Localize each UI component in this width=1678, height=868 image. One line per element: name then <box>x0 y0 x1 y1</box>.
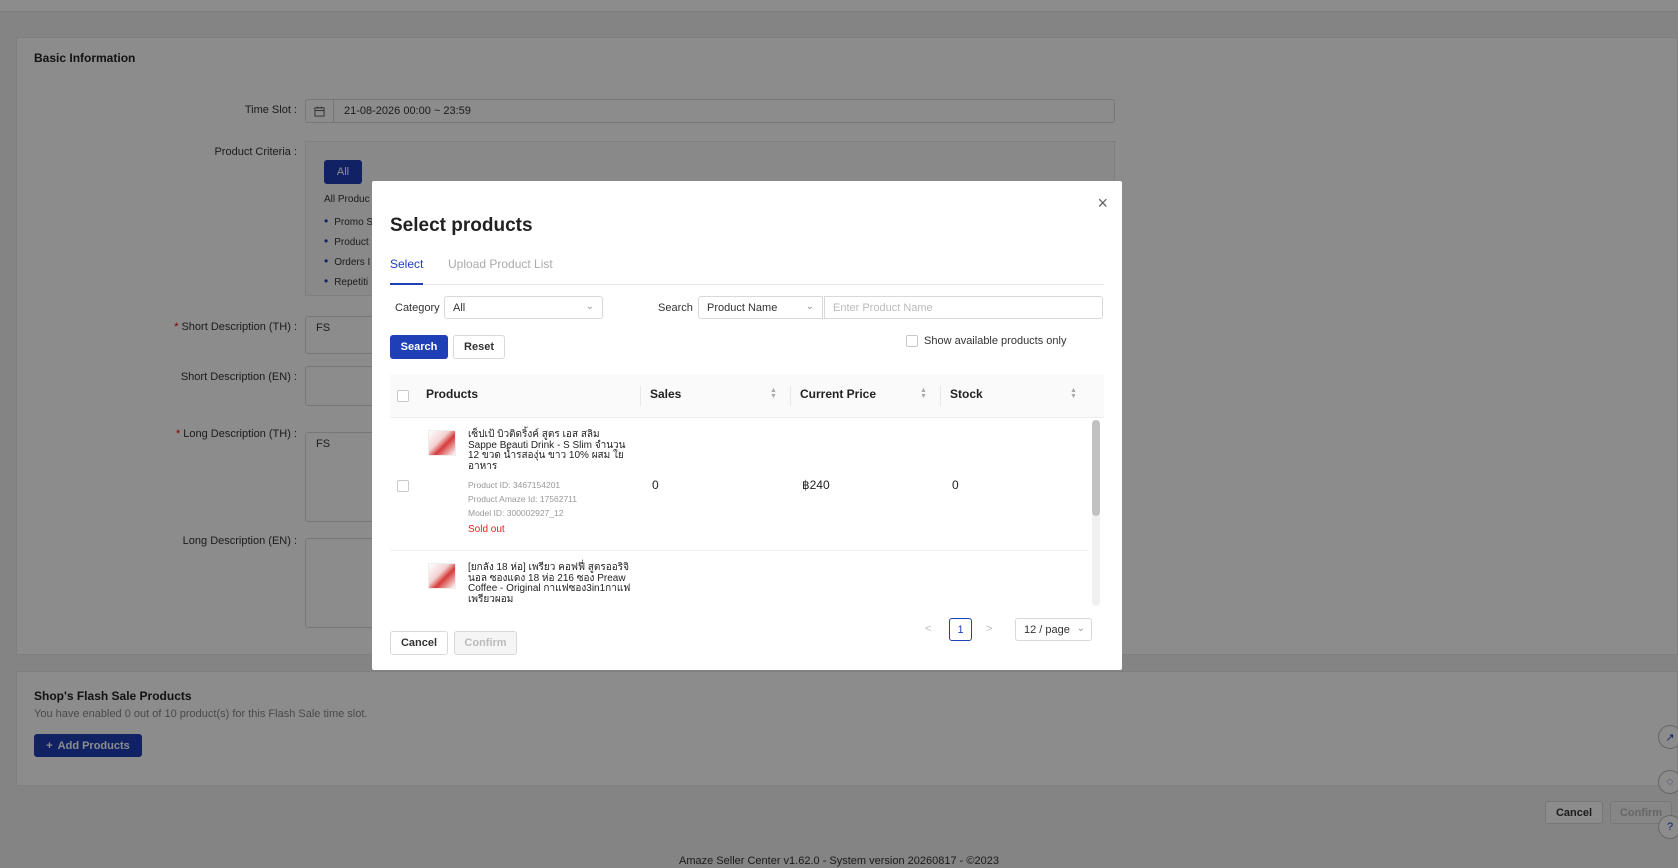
col-products: Products <box>426 387 479 401</box>
category-value: All <box>453 302 466 314</box>
modal-title: Select products <box>390 215 533 236</box>
search-field-select[interactable]: Product Name ⌄ <box>698 296 823 319</box>
select-products-modal: × Select products Select Upload Product … <box>372 181 1122 670</box>
available-only-box[interactable] <box>906 335 918 347</box>
model-id: Model ID: 300002927_12 <box>468 508 564 518</box>
sold-out-badge: Sold out <box>468 524 505 535</box>
prev-page-icon[interactable]: < <box>925 623 931 635</box>
table-header: Products Sales ▲ ▼ Current Price ▲ ▼ Stock… <box>390 374 1104 418</box>
product-amaze-id: Product Amaze Id: 17562711 <box>468 494 578 504</box>
product-thumbnail <box>428 563 456 589</box>
select-all-checkbox[interactable] <box>397 390 409 402</box>
tab-select[interactable]: Select <box>390 257 424 285</box>
table-row: [ยกลัง 18 ห่อ] เพรียว คอฟฟี่ สูตรออริจิน… <box>390 552 1088 608</box>
product-name: เซ็ปเป้ บิวติดริ้งค์ สูตร เอส สลิม Sappe… <box>468 429 626 472</box>
modal-tabs: Select Upload Product List <box>390 257 1104 285</box>
search-field-value: Product Name <box>707 302 778 314</box>
sort-icon[interactable]: ▲ ▼ <box>920 387 927 400</box>
col-divider <box>640 386 641 406</box>
product-id: Product ID: 3467154201 <box>468 480 561 490</box>
col-sales[interactable]: Sales <box>650 387 681 401</box>
table-scrollbar[interactable] <box>1092 420 1100 606</box>
products-table: Products Sales ▲ ▼ Current Price ▲ ▼ Stock… <box>390 374 1104 608</box>
search-input[interactable]: Enter Product Name <box>824 296 1103 319</box>
table-row: เซ็ปเป้ บิวติดริ้งค์ สูตร เอส สลิม Sappe… <box>390 419 1088 551</box>
chevron-down-icon: ⌄ <box>1076 623 1085 634</box>
col-divider <box>790 386 791 406</box>
product-name: [ยกลัง 18 ห่อ] เพรียว คอฟฟี่ สูตรออริจิน… <box>468 562 631 605</box>
price-value: ฿240 <box>802 478 830 492</box>
row-checkbox[interactable] <box>397 480 409 492</box>
chevron-down-icon: ⌄ <box>585 301 594 312</box>
page-size-select[interactable]: 12 / page ⌄ <box>1015 618 1092 641</box>
search-button[interactable]: Search <box>390 335 448 359</box>
modal-cancel-button[interactable]: Cancel <box>390 631 448 655</box>
category-label: Category <box>395 302 440 314</box>
sales-value: 0 <box>652 478 659 492</box>
reset-button[interactable]: Reset <box>453 335 505 359</box>
col-stock: Stock <box>950 387 983 401</box>
available-only-label: Show available products only <box>924 335 1067 347</box>
scrollbar-thumb[interactable] <box>1092 420 1100 516</box>
col-current-price[interactable]: Current Price <box>800 387 876 401</box>
product-thumbnail <box>428 430 456 456</box>
category-select[interactable]: All ⌄ <box>444 296 603 319</box>
close-icon[interactable]: × <box>1097 193 1108 214</box>
chevron-down-icon: ⌄ <box>805 301 814 312</box>
sort-icon[interactable]: ▲ ▼ <box>1070 387 1077 400</box>
page-size-value: 12 / page <box>1024 624 1070 636</box>
sort-icon[interactable]: ▲ ▼ <box>770 387 777 400</box>
page-1[interactable]: 1 <box>949 618 972 641</box>
modal-confirm-button[interactable]: Confirm <box>454 631 517 655</box>
col-divider <box>940 386 941 406</box>
stock-value: 0 <box>952 478 959 492</box>
tab-upload-product-list[interactable]: Upload Product List <box>448 257 553 271</box>
search-label: Search <box>658 302 693 314</box>
next-page-icon[interactable]: > <box>986 623 992 635</box>
